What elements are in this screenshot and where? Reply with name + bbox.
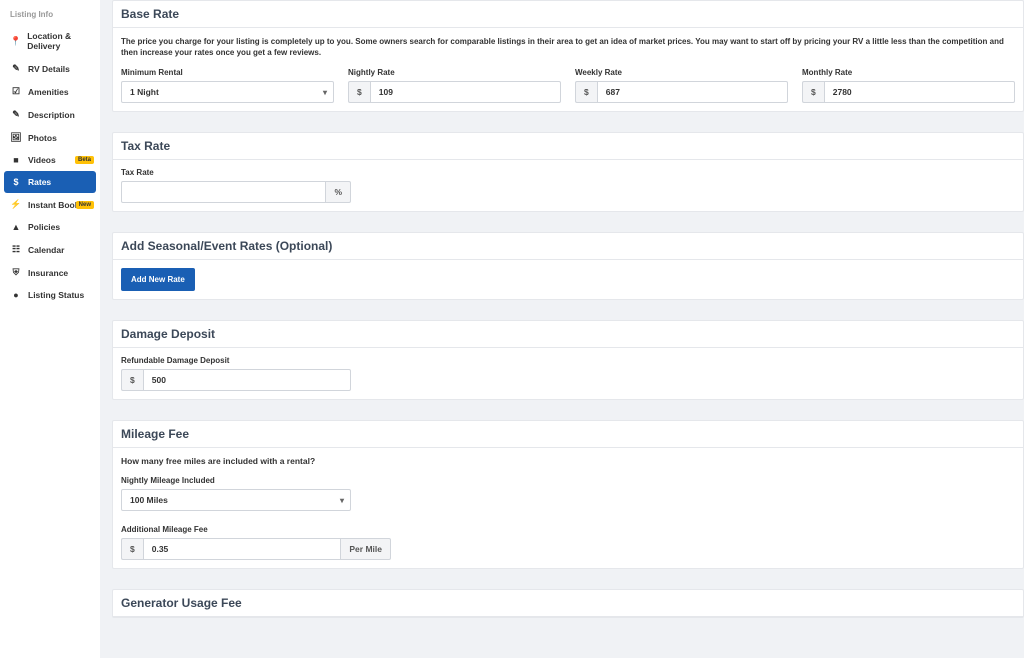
label-weekly-rate: Weekly Rate: [575, 68, 788, 77]
sidebar-item-listing-status[interactable]: ● Listing Status: [0, 284, 100, 306]
sidebar-item-insurance[interactable]: ⛨ Insurance: [0, 261, 100, 284]
select-value: 100 Miles: [130, 495, 168, 505]
add-new-rate-button[interactable]: Add New Rate: [121, 268, 195, 291]
calendar-icon: ☷: [10, 244, 22, 255]
sidebar-item-rv-details[interactable]: ✎ RV Details: [0, 57, 100, 80]
currency-addon: $: [121, 369, 143, 391]
label-additional-mileage: Additional Mileage Fee: [121, 525, 1015, 534]
sidebar-item-label: Rates: [28, 177, 51, 187]
mileage-question: How many free miles are included with a …: [121, 456, 1015, 466]
sidebar: Listing Info 📍 Location & Delivery ✎ RV …: [0, 0, 100, 658]
sidebar-item-label: Listing Status: [28, 290, 84, 300]
shield-icon: ⛨: [10, 267, 22, 278]
warning-icon: ▲: [10, 222, 22, 232]
sidebar-item-videos[interactable]: ■ Videos Beta: [0, 149, 100, 171]
pencil-icon: ✎: [10, 109, 22, 120]
input-additional-mileage[interactable]: [143, 538, 342, 560]
label-tax-rate: Tax Rate: [121, 168, 1015, 177]
sidebar-item-calendar[interactable]: ☷ Calendar: [0, 238, 100, 261]
select-nightly-mileage[interactable]: 100 Miles: [121, 489, 351, 511]
sidebar-item-location-delivery[interactable]: 📍 Location & Delivery: [0, 25, 100, 57]
input-nightly-rate[interactable]: [370, 81, 561, 103]
currency-addon: $: [121, 538, 143, 560]
sidebar-item-label: Amenities: [28, 87, 69, 97]
circle-icon: ●: [10, 290, 22, 300]
sidebar-item-label: Policies: [28, 222, 60, 232]
panel-title: Mileage Fee: [113, 421, 1023, 448]
panel-title: Generator Usage Fee: [113, 590, 1023, 617]
badge-new: New: [76, 201, 94, 209]
currency-addon: $: [575, 81, 597, 103]
sidebar-item-label: Calendar: [28, 245, 64, 255]
panel-title: Damage Deposit: [113, 321, 1023, 348]
input-weekly-rate[interactable]: [597, 81, 788, 103]
currency-addon: $: [802, 81, 824, 103]
sidebar-item-instant-book[interactable]: ⚡ Instant Book New: [0, 193, 100, 216]
sidebar-item-photos[interactable]: 🖼 Photos: [0, 126, 100, 149]
sidebar-item-description[interactable]: ✎ Description: [0, 103, 100, 126]
check-square-icon: ☑: [10, 86, 22, 97]
label-monthly-rate: Monthly Rate: [802, 68, 1015, 77]
sidebar-item-label: Location & Delivery: [27, 31, 90, 51]
panel-generator-fee: Generator Usage Fee: [112, 589, 1024, 618]
panel-base-rate: Base Rate The price you charge for your …: [112, 0, 1024, 112]
main-content: Base Rate The price you charge for your …: [100, 0, 1024, 658]
input-monthly-rate[interactable]: [824, 81, 1015, 103]
base-rate-description: The price you charge for your listing is…: [121, 36, 1015, 58]
sidebar-header: Listing Info: [0, 6, 100, 25]
label-nightly-rate: Nightly Rate: [348, 68, 561, 77]
panel-seasonal-rates: Add Seasonal/Event Rates (Optional) Add …: [112, 232, 1024, 300]
panel-damage-deposit: Damage Deposit Refundable Damage Deposit…: [112, 320, 1024, 400]
panel-title: Base Rate: [113, 1, 1023, 28]
sidebar-item-label: Description: [28, 110, 75, 120]
sidebar-item-label: Videos: [28, 155, 56, 165]
badge-beta: Beta: [75, 156, 94, 164]
panel-tax-rate: Tax Rate Tax Rate %: [112, 132, 1024, 212]
select-value: 1 Night: [130, 87, 159, 97]
sidebar-item-amenities[interactable]: ☑ Amenities: [0, 80, 100, 103]
label-refundable-deposit: Refundable Damage Deposit: [121, 356, 1015, 365]
sidebar-item-label: Instant Book: [28, 200, 79, 210]
sidebar-item-label: Insurance: [28, 268, 68, 278]
input-damage-deposit[interactable]: [143, 369, 351, 391]
per-mile-addon: Per Mile: [341, 538, 391, 560]
video-icon: ■: [10, 155, 22, 165]
pencil-square-icon: ✎: [10, 63, 22, 74]
currency-addon: $: [348, 81, 370, 103]
panel-title: Tax Rate: [113, 133, 1023, 160]
percent-addon: %: [326, 181, 351, 203]
bolt-icon: ⚡: [10, 199, 22, 210]
dollar-icon: $: [10, 177, 22, 187]
location-pin-icon: 📍: [10, 36, 21, 47]
panel-mileage-fee: Mileage Fee How many free miles are incl…: [112, 420, 1024, 569]
sidebar-item-policies[interactable]: ▲ Policies: [0, 216, 100, 238]
panel-title: Add Seasonal/Event Rates (Optional): [113, 233, 1023, 260]
select-minimum-rental[interactable]: 1 Night: [121, 81, 334, 103]
input-tax-rate[interactable]: [121, 181, 326, 203]
label-minimum-rental: Minimum Rental: [121, 68, 334, 77]
image-icon: 🖼: [10, 132, 22, 143]
label-nightly-mileage: Nightly Mileage Included: [121, 476, 1015, 485]
sidebar-item-label: RV Details: [28, 64, 70, 74]
sidebar-item-rates[interactable]: $ Rates: [4, 171, 96, 193]
sidebar-item-label: Photos: [28, 133, 57, 143]
